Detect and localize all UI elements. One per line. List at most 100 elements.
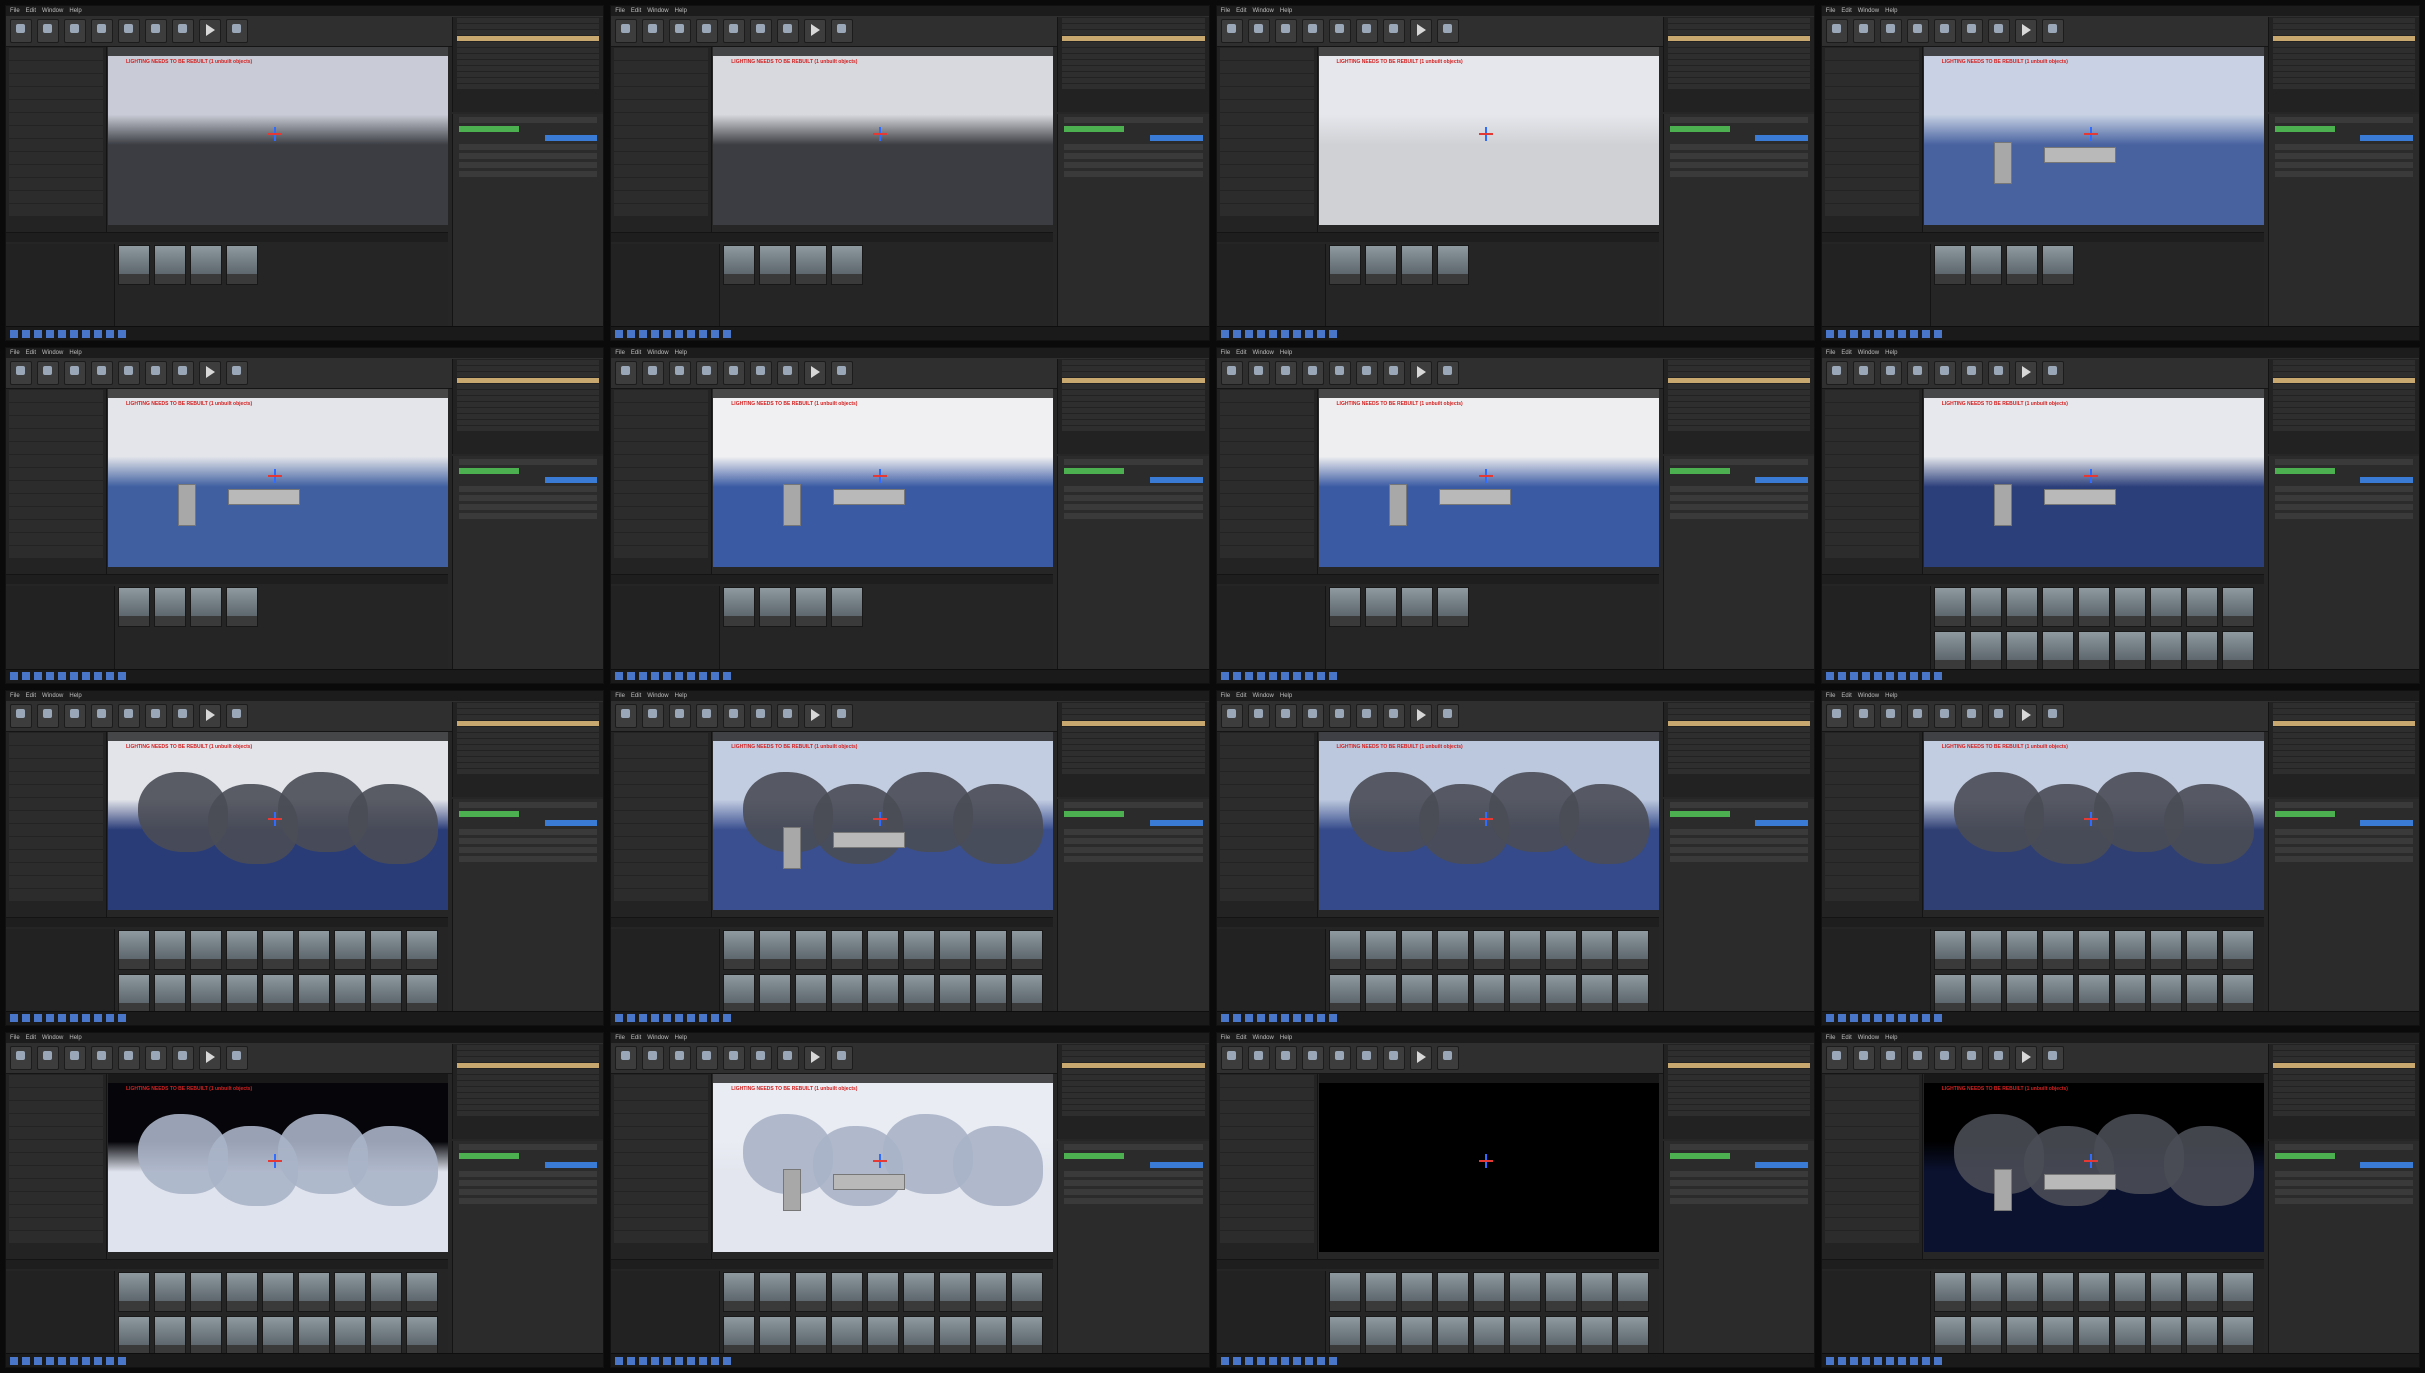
outliner-row[interactable] — [1062, 54, 1205, 59]
taskbar-app-icon[interactable] — [615, 329, 624, 338]
outliner-row[interactable] — [1667, 1098, 1810, 1104]
level-viewport[interactable]: LIGHTING NEEDS TO BE REBUILT (1 unbuilt … — [1923, 47, 2264, 225]
taskbar-app-icon[interactable] — [94, 329, 102, 338]
outliner-row[interactable] — [1667, 1086, 1810, 1092]
placeable-item[interactable] — [9, 784, 103, 797]
outliner-row[interactable] — [2272, 1068, 2415, 1074]
placeable-item[interactable] — [9, 74, 103, 86]
asset-tile[interactable] — [406, 929, 438, 970]
toolbar-button[interactable] — [172, 361, 194, 386]
placeable-item[interactable] — [9, 1074, 103, 1087]
taskbar-app-icon[interactable] — [639, 672, 648, 680]
asset-tile[interactable] — [2077, 973, 2110, 1014]
outliner-row[interactable] — [2272, 744, 2415, 750]
placeable-item[interactable] — [614, 1087, 709, 1100]
placeable-item[interactable] — [1219, 165, 1314, 177]
outliner-row[interactable] — [457, 18, 600, 23]
asset-tile[interactable] — [1969, 1315, 2002, 1356]
taskbar-app-icon[interactable] — [1304, 329, 1313, 338]
outliner-row[interactable] — [1667, 60, 1810, 65]
menu-item[interactable]: Help — [1885, 1033, 1897, 1043]
toolbar-button[interactable] — [91, 19, 113, 43]
taskbar-app-icon[interactable] — [1268, 1356, 1277, 1365]
level-viewport[interactable]: LIGHTING NEEDS TO BE REBUILT (1 unbuilt … — [108, 1073, 448, 1252]
outliner-row[interactable] — [1062, 426, 1205, 432]
toolbar-button[interactable] — [64, 1045, 86, 1070]
details-field[interactable] — [459, 846, 598, 853]
level-viewport[interactable]: LIGHTING NEEDS TO BE REBUILT (1 unbuilt … — [108, 47, 448, 225]
toolbar-button[interactable] — [1879, 1045, 1902, 1070]
placeable-item[interactable] — [1824, 849, 1919, 862]
details-field[interactable] — [1669, 1188, 1808, 1195]
placeable-item[interactable] — [614, 1152, 709, 1165]
placeable-item[interactable] — [1824, 888, 1919, 901]
toolbar-button[interactable] — [1382, 361, 1405, 386]
details-field[interactable] — [459, 459, 598, 466]
asset-tile[interactable] — [903, 1271, 936, 1312]
outliner-row[interactable] — [2272, 1050, 2415, 1056]
placeable-item[interactable] — [1824, 1074, 1919, 1087]
outliner-row[interactable] — [2272, 726, 2415, 732]
toolbar-button[interactable] — [1960, 19, 1983, 43]
taskbar-app-icon[interactable] — [106, 672, 114, 680]
asset-tile[interactable] — [1616, 1315, 1649, 1356]
taskbar-app-icon[interactable] — [1873, 672, 1882, 680]
toolbar-button[interactable] — [1355, 703, 1378, 728]
menu-bar[interactable]: File Edit Window Help — [611, 6, 1209, 16]
taskbar-app-icon[interactable] — [1849, 329, 1858, 338]
taskbar-app-icon[interactable] — [663, 672, 672, 680]
toolbar-button[interactable] — [1933, 703, 1956, 728]
details-field[interactable] — [459, 1152, 520, 1159]
toolbar-button[interactable] — [1906, 19, 1929, 43]
details-field[interactable] — [1149, 135, 1203, 141]
menu-bar[interactable]: File Edit Window Help — [6, 348, 604, 359]
placeable-item[interactable] — [1219, 74, 1314, 86]
asset-tile[interactable] — [2221, 929, 2254, 970]
outliner-row[interactable] — [2272, 762, 2415, 768]
asset-tile[interactable] — [1933, 631, 1966, 672]
toolbar-button[interactable] — [145, 703, 167, 728]
details-field[interactable] — [459, 837, 598, 844]
taskbar-app-icon[interactable] — [70, 672, 78, 680]
level-viewport[interactable] — [1318, 1073, 1659, 1252]
details-field[interactable] — [459, 504, 598, 511]
taskbar-app-icon[interactable] — [1825, 1356, 1834, 1365]
asset-tile[interactable] — [723, 929, 756, 970]
outliner-row[interactable] — [1667, 372, 1810, 378]
placeable-item[interactable] — [614, 520, 709, 533]
stone-pillar-mesh[interactable] — [783, 484, 802, 527]
taskbar-app-icon[interactable] — [1316, 1356, 1325, 1365]
placeable-item[interactable] — [614, 546, 709, 559]
menu-bar[interactable]: File Edit Window Help — [1216, 1032, 1814, 1043]
folder-tree[interactable] — [1216, 1270, 1326, 1353]
level-viewport[interactable]: LIGHTING NEEDS TO BE REBUILT (1 unbuilt … — [108, 731, 448, 910]
viewport-toolbar[interactable] — [1318, 47, 1659, 56]
outliner-row[interactable] — [2272, 366, 2415, 372]
placeable-item[interactable] — [1219, 1178, 1314, 1191]
play-button[interactable] — [199, 1045, 221, 1070]
menu-item[interactable]: Help — [69, 691, 81, 701]
placeable-item[interactable] — [9, 191, 103, 203]
content-browser-toolbar[interactable] — [611, 1259, 1054, 1269]
asset-tile[interactable] — [795, 929, 828, 970]
asset-tile[interactable] — [723, 245, 756, 285]
toolbar-button[interactable] — [1247, 361, 1270, 386]
outliner-row[interactable] — [2272, 1080, 2415, 1086]
asset-tile[interactable] — [1508, 929, 1541, 970]
menu-item[interactable]: Help — [675, 6, 687, 16]
outliner-row[interactable] — [457, 762, 600, 768]
placeable-item[interactable] — [1219, 1074, 1314, 1087]
asset-tile[interactable] — [1544, 973, 1577, 1014]
toolbar-button[interactable] — [1301, 1045, 1324, 1070]
placeable-item[interactable] — [1219, 442, 1314, 455]
menu-bar[interactable]: File Edit Window Help — [1821, 6, 2419, 16]
outliner-row[interactable] — [2272, 750, 2415, 756]
taskbar-app-icon[interactable] — [1232, 1014, 1241, 1023]
asset-tile[interactable] — [2185, 973, 2218, 1014]
toolbar-button[interactable] — [669, 1045, 692, 1070]
content-browser-toolbar[interactable] — [611, 917, 1054, 927]
toolbar-button[interactable] — [1933, 19, 1956, 43]
toolbar-button[interactable] — [831, 361, 854, 386]
play-button[interactable] — [804, 1045, 827, 1070]
asset-tile[interactable] — [154, 1315, 186, 1356]
